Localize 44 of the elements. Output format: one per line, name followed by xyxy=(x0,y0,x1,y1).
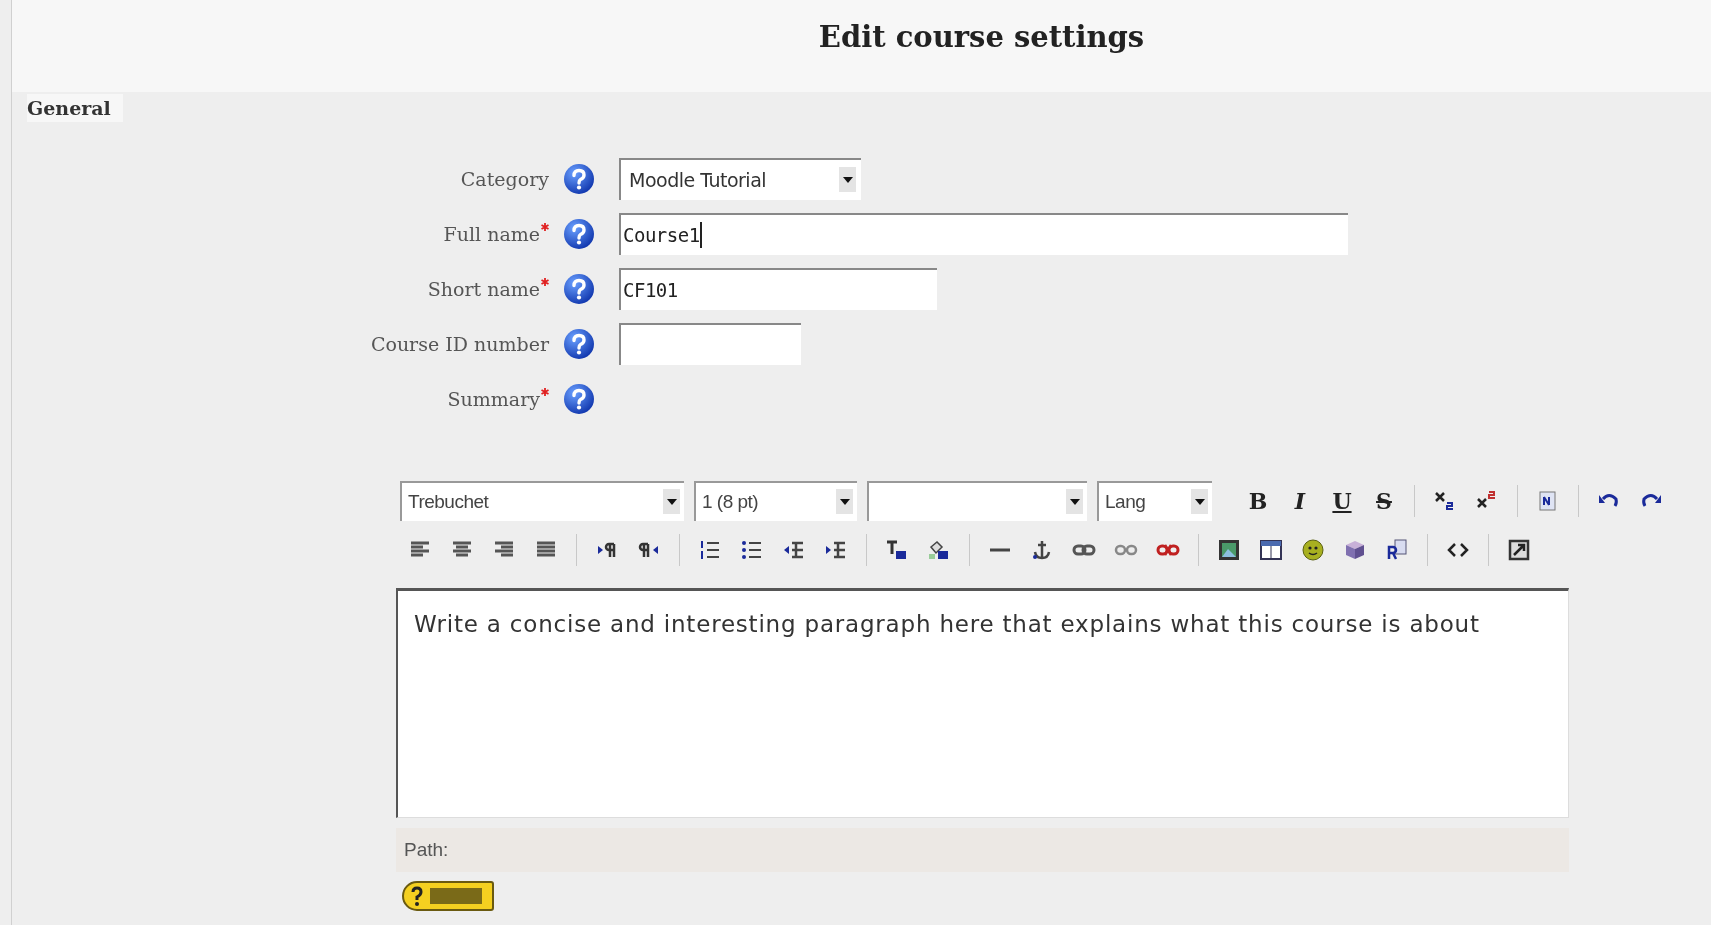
field-label: Summary xyxy=(447,386,540,412)
editor-text-area[interactable]: Write a concise and interesting paragraph here that explains what this course is about xyxy=(396,588,1569,818)
cube-icon xyxy=(1343,538,1367,562)
help-icon[interactable] xyxy=(563,163,595,195)
text-field[interactable]: Course1 xyxy=(619,213,1348,255)
page-title: Edit course settings xyxy=(818,19,1145,56)
horizontal-rule-icon xyxy=(990,548,1010,552)
field-label: Category xyxy=(460,166,549,192)
question-mark-icon xyxy=(410,886,424,906)
dropdown-arrow-icon xyxy=(839,498,850,505)
numbered-list-icon xyxy=(698,538,722,562)
select-field[interactable] xyxy=(867,481,1087,521)
field-label: Short name xyxy=(427,276,540,302)
smiley-icon xyxy=(1301,538,1325,562)
dropdown-arrow-icon xyxy=(666,498,677,505)
dropdown-arrow-icon xyxy=(1069,498,1080,505)
underline-button[interactable]: U xyxy=(1326,485,1358,517)
help-icon[interactable] xyxy=(563,273,595,305)
bullet-list-icon xyxy=(740,538,764,562)
help-button[interactable] xyxy=(402,881,494,911)
search-replace-icon xyxy=(1385,538,1409,562)
table-icon xyxy=(1259,538,1283,562)
text-field[interactable]: CF101 xyxy=(619,268,937,310)
text-color-icon xyxy=(885,538,909,562)
fullscreen-icon xyxy=(1507,538,1531,562)
text-field[interactable] xyxy=(619,323,801,365)
dropdown-arrow-icon xyxy=(842,176,853,183)
image-icon xyxy=(1217,538,1241,562)
field-label: Full name xyxy=(443,221,540,247)
select-field[interactable]: Moodle Tutorial xyxy=(619,158,861,200)
select-field[interactable]: Trebuchet xyxy=(400,481,684,521)
dropdown-arrow-icon xyxy=(1194,498,1205,505)
select-field[interactable]: Lang xyxy=(1097,481,1212,521)
background-color-icon xyxy=(927,538,951,562)
section-heading: General xyxy=(27,94,123,122)
select-field[interactable]: 1 (8 pt) xyxy=(694,481,857,521)
path-label: Path: xyxy=(404,837,449,862)
help-icon[interactable] xyxy=(563,218,595,250)
field-label: Course ID number xyxy=(370,331,549,357)
bold-button[interactable]: B xyxy=(1242,485,1274,517)
italic-button[interactable]: I xyxy=(1284,485,1316,517)
help-icon[interactable] xyxy=(563,383,595,415)
strikethrough-button[interactable]: S xyxy=(1368,485,1400,517)
help-icon[interactable] xyxy=(563,328,595,360)
